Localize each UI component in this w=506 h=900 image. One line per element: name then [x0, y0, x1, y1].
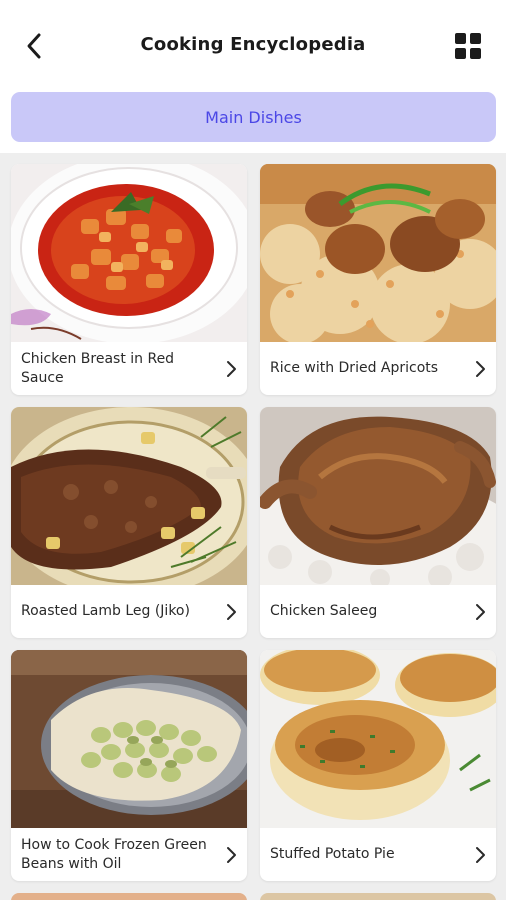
chevron-right-icon [476, 604, 485, 620]
chevron-right-icon [227, 847, 236, 863]
recipe-card[interactable]: Chicken Saleeg [260, 407, 496, 638]
recipe-card-partial[interactable] [260, 893, 496, 900]
chevron-right-icon [227, 361, 236, 377]
recipe-image-green-beans [11, 650, 247, 828]
recipe-card[interactable]: Chicken Breast in Red Sauce [11, 164, 247, 395]
recipe-card[interactable]: Roasted Lamb Leg (Jiko) [11, 407, 247, 638]
chevron-right-icon [476, 361, 485, 377]
recipe-image-roasted-lamb [11, 407, 247, 585]
recipe-title: How to Cook Frozen Green Beans with Oil [21, 836, 207, 872]
recipe-image-potato-pie [260, 650, 496, 828]
recipe-image-chicken-red-sauce [11, 164, 247, 342]
recipe-card-partial[interactable] [11, 893, 247, 900]
grid-view-button[interactable] [452, 30, 484, 62]
grid-view-icon [455, 33, 481, 59]
recipe-card[interactable]: How to Cook Frozen Green Beans with Oil [11, 650, 247, 881]
recipe-grid: Chicken Breast in Red Sauce Rice with Dr… [0, 153, 506, 900]
top-app-bar: Cooking Encyclopedia [0, 0, 506, 90]
recipe-image-rice-apricots [260, 164, 496, 342]
recipe-image-chicken-saleeg [260, 407, 496, 585]
recipe-title: Chicken Breast in Red Sauce [21, 350, 175, 386]
app-screen: Cooking Encyclopedia Main Dishes Chicken… [0, 0, 506, 900]
page-title: Cooking Encyclopedia [140, 34, 366, 55]
recipe-title: Stuffed Potato Pie [270, 846, 395, 863]
category-main-dishes[interactable]: Main Dishes [11, 92, 496, 142]
chevron-right-icon [227, 604, 236, 620]
recipe-title: Roasted Lamb Leg (Jiko) [21, 603, 190, 620]
chevron-right-icon [476, 847, 485, 863]
recipe-title: Chicken Saleeg [270, 603, 378, 620]
recipe-card[interactable]: Rice with Dried Apricots [260, 164, 496, 395]
recipe-title: Rice with Dried Apricots [270, 360, 439, 377]
recipe-card[interactable]: Stuffed Potato Pie [260, 650, 496, 881]
